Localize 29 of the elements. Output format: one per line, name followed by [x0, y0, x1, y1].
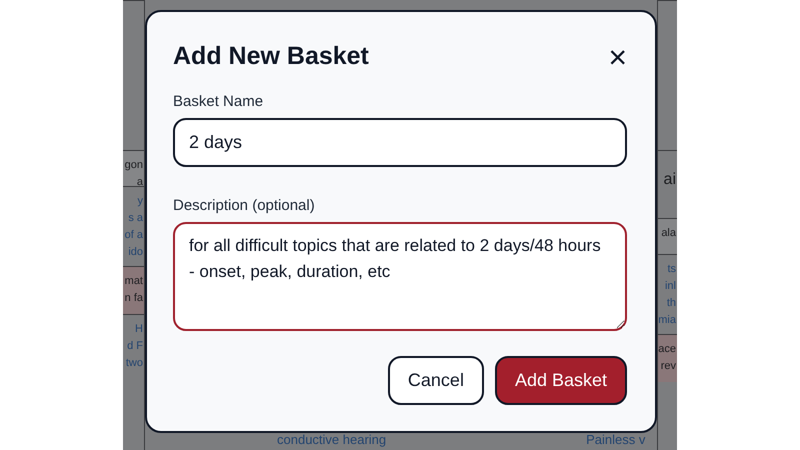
cell-text: y — [138, 194, 144, 209]
cell-text: of a — [124, 228, 144, 243]
cell-text: conductive hearing — [277, 433, 386, 447]
description-field[interactable]: for all difficult topics that are related to 2 days/48 hours - onset, peak, duration, etc — [173, 222, 627, 331]
cell-text: gon — [124, 158, 144, 173]
cell-text: two — [126, 356, 144, 371]
cell-text: H — [135, 322, 144, 337]
cell-text: d F — [127, 339, 144, 354]
cell-text: s a — [128, 211, 144, 226]
cell-text: inl — [664, 279, 677, 294]
cell-text: rev — [660, 359, 677, 374]
cell-text: ala — [661, 226, 677, 241]
cell-text: th — [666, 296, 677, 311]
close-button[interactable]: × — [608, 42, 627, 70]
field-label: Description (optional) — [173, 196, 316, 214]
cell-text: Painless v — [586, 433, 646, 447]
cancel-button[interactable]: Cancel — [388, 356, 484, 405]
dialog-title: Add New Basket — [173, 42, 369, 71]
cell-text: ai — [664, 171, 677, 188]
add-button[interactable]: Add Basket — [494, 356, 627, 405]
name-field[interactable]: 2 days — [173, 118, 627, 167]
cell-text: mat — [124, 274, 144, 289]
cell-text: a — [136, 175, 144, 190]
cell-text: mia — [658, 313, 677, 328]
cell-text: n fa — [124, 291, 144, 306]
field-label: Basket Name — [173, 93, 264, 110]
cell-text: ace — [658, 342, 677, 357]
cell-text: ido — [128, 245, 144, 260]
cell-text: ts — [667, 262, 677, 277]
